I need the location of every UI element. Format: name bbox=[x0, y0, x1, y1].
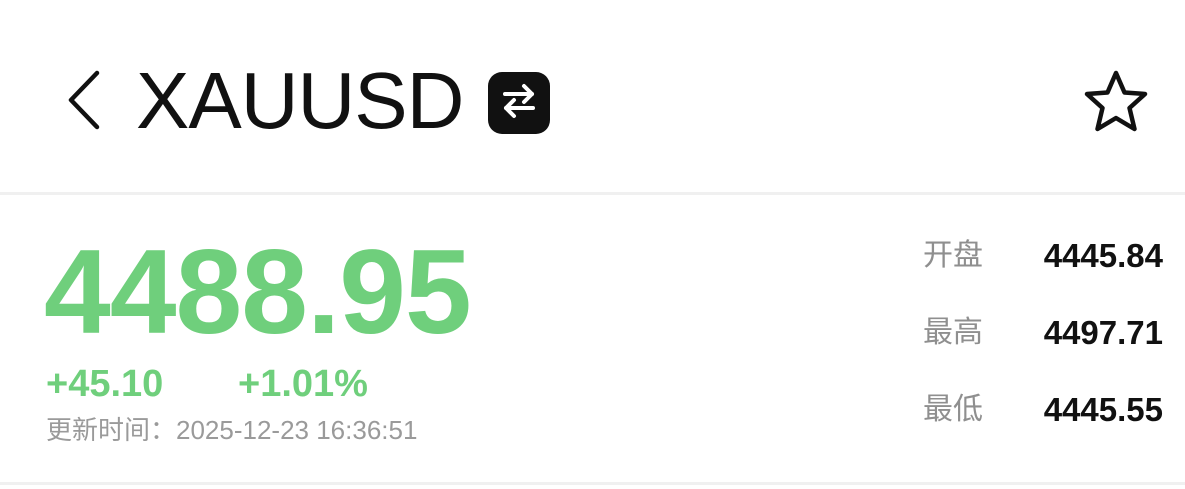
price-change-percent: +1.01% bbox=[238, 363, 368, 405]
stat-row-low: 最低 4445.55 bbox=[923, 390, 1163, 430]
stat-row-high: 最高 4497.71 bbox=[923, 313, 1163, 353]
price-stats: 开盘 4445.84 最高 4497.71 最低 4445.55 bbox=[923, 236, 1163, 467]
stat-label: 最高 bbox=[923, 315, 983, 350]
stat-value: 4445.55 bbox=[1043, 391, 1163, 428]
price-change: +45.10 bbox=[46, 363, 164, 405]
stat-value: 4497.71 bbox=[1043, 314, 1163, 351]
favorite-button[interactable] bbox=[1078, 66, 1154, 142]
back-button[interactable] bbox=[58, 70, 108, 134]
bottom-divider bbox=[0, 482, 1185, 485]
current-price: 4488.95 bbox=[44, 225, 472, 359]
swap-symbol-button[interactable] bbox=[488, 72, 550, 134]
chevron-left-icon bbox=[65, 69, 101, 136]
stat-value: 4445.84 bbox=[1043, 237, 1163, 274]
swap-arrows-icon bbox=[499, 81, 539, 126]
stat-row-open: 开盘 4445.84 bbox=[923, 236, 1163, 276]
star-outline-icon bbox=[1082, 69, 1150, 140]
stat-label: 开盘 bbox=[923, 238, 983, 273]
symbol-title: XAUUSD bbox=[136, 56, 464, 145]
stat-label: 最低 bbox=[923, 392, 983, 427]
top-bar: XAUUSD bbox=[0, 0, 1185, 192]
update-timestamp: 更新时间：2025-12-23 16:36:51 bbox=[46, 415, 418, 445]
header-divider bbox=[0, 192, 1185, 195]
